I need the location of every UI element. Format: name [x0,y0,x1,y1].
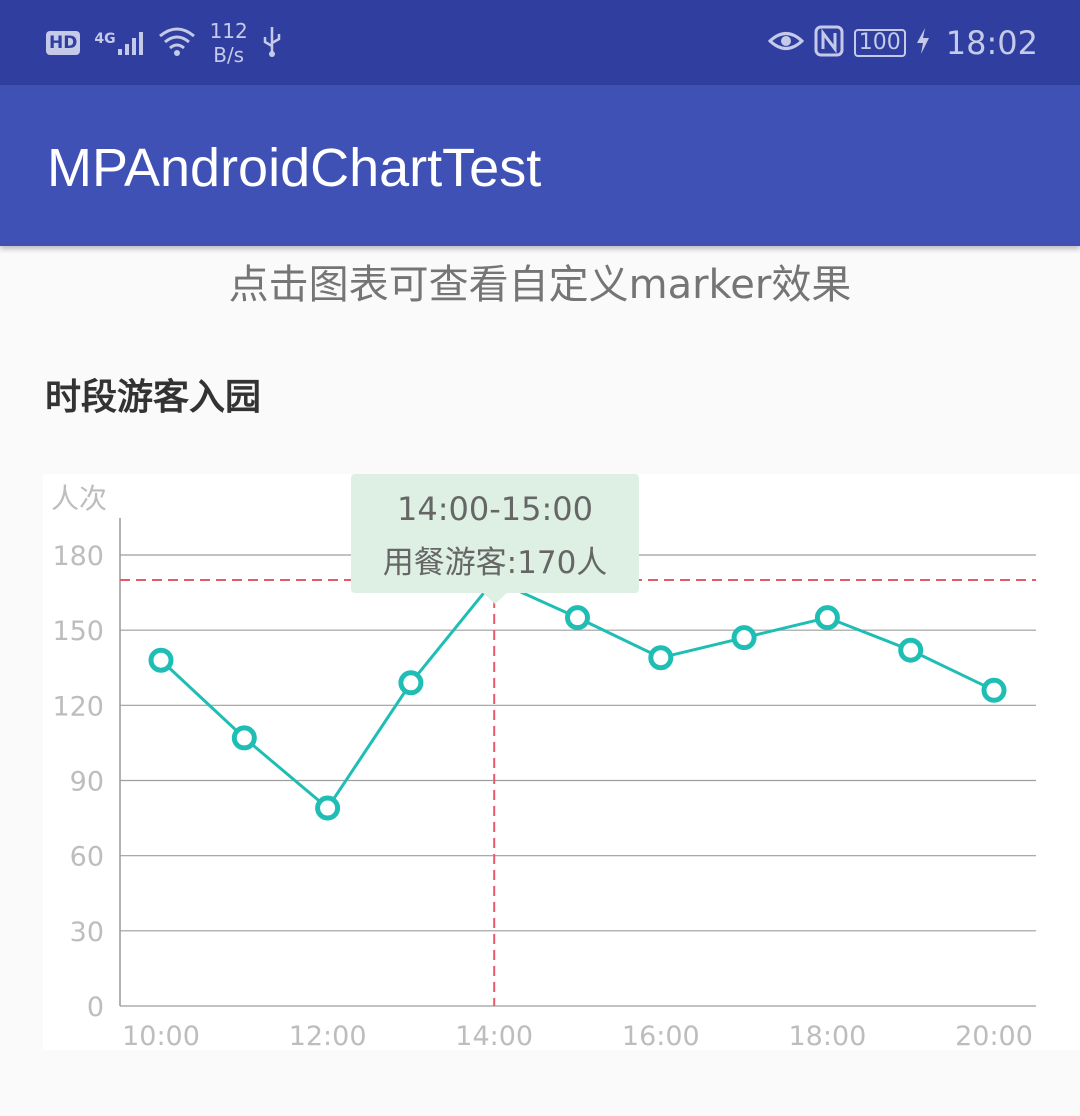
marker-visitor-count: 用餐游客:170人 [382,545,608,581]
x-tick-label: 14:00 [455,1021,533,1052]
x-tick-label: 10:00 [122,1021,200,1052]
y-tick-label: 90 [70,767,104,798]
x-tick-label: 18:00 [788,1021,866,1052]
data-point [898,637,924,663]
data-point [398,670,424,696]
data-point [814,605,840,631]
data-point [648,645,674,671]
data-point [231,725,257,751]
x-tick-label: 12:00 [289,1021,367,1052]
y-tick-label: 30 [70,917,104,948]
y-tick-label: 0 [87,992,104,1023]
chart-marker-popup: 14:00-15:00 用餐游客:170人 [351,474,639,593]
data-point [148,647,174,673]
y-tick-label: 60 [70,842,104,873]
x-tick-label: 16:00 [622,1021,700,1052]
data-point [565,605,590,631]
data-point [731,625,757,651]
marker-pointer [482,592,508,604]
y-tick-label: 180 [52,541,104,572]
y-tick-label: 150 [52,616,104,647]
marker-time-range: 14:00-15:00 [397,490,593,528]
data-point [981,677,1007,703]
data-point [315,795,341,821]
y-tick-label: 120 [52,691,104,722]
x-tick-label: 20:00 [955,1021,1033,1052]
